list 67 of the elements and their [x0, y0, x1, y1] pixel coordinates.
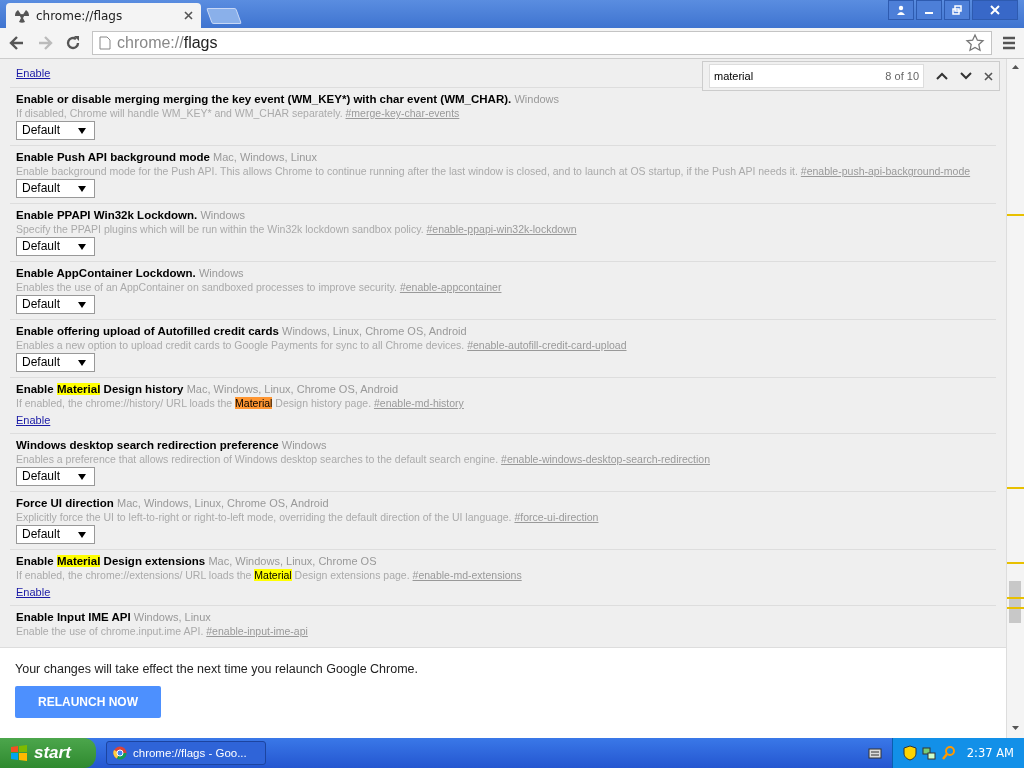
dropdown[interactable]: Default [16, 467, 96, 486]
back-icon[interactable] [8, 34, 26, 52]
minimize-icon[interactable] [916, 0, 942, 20]
star-icon[interactable] [965, 33, 985, 53]
enable-link[interactable]: Enable [16, 586, 51, 598]
radiation-icon [14, 7, 30, 24]
dropdown[interactable]: Default [16, 179, 96, 198]
experiment-description: Enable background mode for the Push API. This allows Chrome to continue running after the last window is closed, and to launch at OS startup, if the Push API needs it. #enable-push-api-background-mode [16, 165, 972, 178]
browser-icon [113, 746, 127, 760]
caret-icon [78, 359, 87, 366]
experiment-title: Enable PPAPI Win32k Lockdown. Windows [16, 208, 246, 223]
experiment-title: Enable Material Design history Mac, Windows, Linux, Chrome OS, Android [16, 382, 400, 397]
up-chevron-icon[interactable] [936, 72, 948, 80]
find-field[interactable]: material 8 of 10 [709, 64, 924, 88]
experiment-description: Enable the use of chrome.input.ime API. #enable-input-ime-api [16, 625, 309, 638]
network-icon[interactable] [920, 745, 937, 761]
relaunch-message: Your changes will take effect the next time you relaunch Google Chrome. [15, 662, 419, 677]
experiment-title: Enable Push API background mode Mac, Windows, Linux [16, 150, 318, 165]
experiment-title: Force UI direction Mac, Windows, Linux, Chrome OS, Android [16, 496, 330, 511]
dropdown[interactable]: Default [16, 353, 96, 372]
taskbar-item[interactable]: chrome://flags - Goo... [106, 741, 266, 765]
caret-icon [78, 185, 87, 192]
close-icon[interactable] [984, 71, 993, 81]
caret-icon [78, 301, 87, 308]
shield-icon[interactable] [902, 745, 917, 761]
experiment-description: If enabled, the chrome://extensions/ URL loads the Material Design extensions page. #enable-md-extensions [16, 569, 523, 582]
browser-tab[interactable]: chrome://flags [6, 3, 201, 28]
address-bar[interactable]: chrome://flags [92, 31, 992, 55]
menu-icon[interactable] [1002, 36, 1016, 50]
reload-icon[interactable] [64, 34, 82, 52]
dropdown[interactable]: Default [16, 121, 96, 140]
experiment-description: Specify the PPAPI plugins which will be run within the Win32k lockdown sandbox policy. #enable-ppapi-win32k-lockdown [16, 223, 578, 236]
scrollbar[interactable] [1006, 59, 1024, 738]
match-count: 8 of 10 [885, 70, 919, 82]
restore-icon[interactable] [944, 0, 970, 20]
experiment-description: Enables a new option to upload credit cards to Google Payments for sync to all Chrome devices. #enable-autofill-credit-card-upload [16, 339, 628, 352]
experiment-title: Enable or disable merging merging the key event (WM_KEY*) with char event (WM_CHAR). Windows [16, 92, 561, 107]
experiment-description: Explicitly force the UI to left-to-right or right-to-left mode, overriding the default direction of the UI language. #force-ui-direction [16, 511, 600, 524]
caret-icon [78, 473, 87, 480]
windows-logo-icon [10, 745, 28, 761]
user-icon[interactable] [888, 0, 914, 20]
experiment-description: Enables a preference that allows redirection of Windows desktop searches to the default search engine. #enable-windows-desktop-search-redirection [16, 453, 711, 466]
experiment-title: Windows desktop search redirection preference Windows [16, 438, 328, 453]
caret-icon [78, 243, 87, 250]
experiment-title: Enable Material Design extensions Mac, Windows, Linux, Chrome OS [16, 554, 378, 569]
close-icon[interactable] [972, 0, 1018, 20]
experiment-description: If enabled, the chrome://history/ URL loads the Material Design history page. #enable-md-history [16, 397, 465, 410]
caret-icon [78, 127, 87, 134]
experiment-description: Enables the use of an AppContainer on sandboxed processes to improve security. #enable-appcontainer [16, 281, 503, 294]
start-button[interactable]: start [0, 738, 96, 768]
experiment-title: Enable offering upload of Autofilled credit cards Windows, Linux, Chrome OS, Android [16, 324, 468, 339]
clock: 2:37 AM [966, 746, 1014, 760]
dropdown[interactable]: Default [16, 295, 96, 314]
close-tab-icon[interactable] [184, 11, 193, 20]
experiment-title: Enable Input IME API Windows, Linux [16, 610, 212, 625]
keyboard-icon[interactable] [867, 747, 882, 759]
tab-title: chrome://flags [36, 8, 124, 23]
page-icon [99, 36, 111, 50]
caret-icon [78, 531, 87, 538]
enable-link[interactable]: Enable [16, 414, 51, 426]
experiment-title: Enable AppContainer Lockdown. Windows [16, 266, 245, 281]
down-chevron-icon[interactable] [960, 72, 972, 80]
dropdown[interactable]: Default [16, 525, 96, 544]
dropdown[interactable]: Default [16, 237, 96, 256]
experiment-description: If disabled, Chrome will handle WM_KEY* and WM_CHAR separately. #merge-key-char-events [16, 107, 461, 120]
enable-link[interactable]: Enable [16, 67, 51, 79]
new-tab-button[interactable] [206, 8, 242, 24]
